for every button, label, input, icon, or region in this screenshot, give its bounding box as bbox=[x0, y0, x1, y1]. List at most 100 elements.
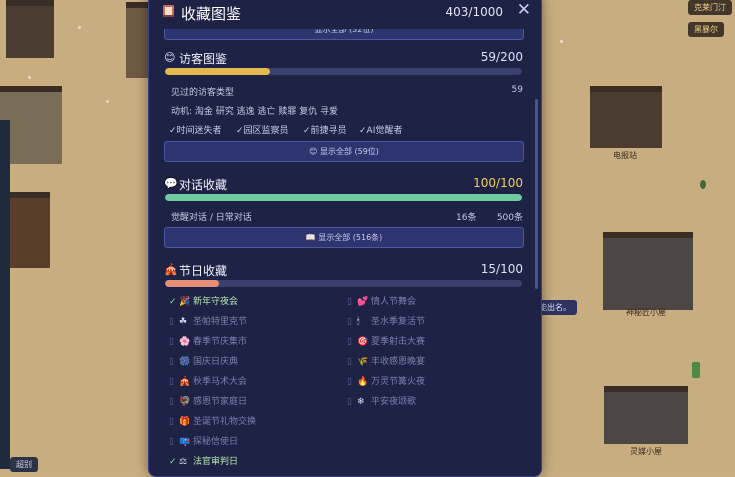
empty-check-icon: ▯ bbox=[347, 357, 352, 367]
craftsman-hut[interactable] bbox=[603, 232, 693, 310]
festival-icon: ❄ bbox=[357, 397, 365, 407]
left-sidebar-strip bbox=[0, 120, 10, 469]
festival-label: 圣帕特里克节 bbox=[193, 317, 248, 327]
empty-check-icon: ▯ bbox=[169, 317, 174, 327]
festival-item[interactable]: ✓ ⚖ 法官审判日 bbox=[169, 454, 238, 467]
festival-icon: 🕯 bbox=[357, 317, 360, 327]
visitor-badge: ✓AI觉醒者 bbox=[359, 126, 403, 136]
festival-item[interactable]: ▯ 💕 情人节舞会 bbox=[347, 294, 416, 307]
festival-label: 新年守夜会 bbox=[193, 297, 239, 307]
festival-icon: 💕 bbox=[357, 297, 369, 307]
empty-check-icon: ▯ bbox=[169, 397, 174, 407]
festival-icon: 🎪 bbox=[179, 377, 191, 387]
festival-item[interactable]: ▯ 🕯 圣水季复活节 bbox=[347, 314, 425, 327]
speech-bubble-icon: 💬 bbox=[164, 177, 178, 190]
festival-item[interactable]: ▯ 🎯 夏季射击大赛 bbox=[347, 334, 425, 347]
visitor-badge: ✓前捷寻员 bbox=[303, 126, 347, 136]
festival-item[interactable]: ✓ 🎉 新年守夜会 bbox=[169, 294, 238, 307]
festival-item[interactable]: ▯ 🌸 春季节庆集市 bbox=[169, 334, 247, 347]
show-all-dialogues-button[interactable]: 📖 显示全部 (516条) bbox=[164, 227, 524, 248]
festival-item[interactable]: ▯ 📪 探秘信使日 bbox=[169, 434, 238, 447]
festivals-title: 节日收藏 bbox=[179, 264, 228, 278]
scrollbar[interactable] bbox=[535, 99, 538, 289]
festival-item[interactable]: ▯ 🎆 国庆日庆典 bbox=[169, 354, 238, 367]
festival-label: 圣水季复活节 bbox=[371, 317, 426, 327]
empty-check-icon: ▯ bbox=[169, 377, 174, 387]
check-icon: ✓ bbox=[169, 297, 177, 307]
festival-icon: 🎆 bbox=[179, 357, 191, 367]
festival-icon: ☘ bbox=[179, 317, 188, 327]
check-icon: ✓ bbox=[169, 457, 177, 467]
visitor-badge: ✓时间迷失者 bbox=[169, 126, 222, 136]
npc-tag-2[interactable]: 黑暴尔 bbox=[688, 22, 724, 37]
dialogues-progress bbox=[165, 194, 522, 201]
festivals-count: 15/100 bbox=[480, 262, 523, 276]
festival-icon: 🎉 bbox=[179, 297, 191, 307]
festivals-progress-fill bbox=[165, 280, 219, 287]
festival-label: 圣诞节礼物交换 bbox=[193, 417, 257, 427]
festival-icon: ⚖ bbox=[179, 457, 188, 467]
show-all-visitors-button[interactable]: 😊 显示全部 (59位) bbox=[164, 141, 524, 162]
dialogues-title: 对话收藏 bbox=[179, 178, 228, 192]
visitors-progress bbox=[165, 68, 522, 75]
festival-label: 秋季马术大会 bbox=[193, 377, 248, 387]
close-button[interactable]: ✕ bbox=[517, 0, 531, 20]
festival-item[interactable]: ▯ 🔥 万灵节篝火夜 bbox=[347, 374, 425, 387]
dialogue-row-label: 觉醒对话 / 日常对话 bbox=[171, 213, 252, 223]
map-dot bbox=[700, 180, 706, 189]
building-top-left bbox=[6, 0, 54, 58]
festival-label: 感恩节家庭日 bbox=[193, 397, 248, 407]
festival-icon: 🌾 bbox=[357, 357, 369, 367]
npc-tag-1[interactable]: 克莱门汀 bbox=[688, 0, 732, 15]
awakening-dialogue-count: 16条 bbox=[456, 213, 477, 223]
empty-check-icon: ▯ bbox=[347, 337, 352, 347]
tent-icon: 🎪 bbox=[164, 263, 178, 276]
map-dot bbox=[106, 100, 109, 103]
daily-dialogue-count: 500条 bbox=[496, 213, 523, 223]
festival-icon: 🔥 bbox=[357, 377, 369, 387]
empty-check-icon: ▯ bbox=[169, 337, 174, 347]
modal-title: 收藏图鉴 bbox=[181, 5, 242, 23]
visitor-badge: ✓园区监察员 bbox=[236, 126, 289, 136]
festival-item[interactable]: ▯ ❄ 平安夜颂歌 bbox=[347, 394, 416, 407]
building-left-lower bbox=[8, 192, 50, 268]
book-icon bbox=[163, 5, 174, 17]
festival-item[interactable]: ▯ ☘ 圣帕特里克节 bbox=[169, 314, 247, 327]
map-dot bbox=[78, 26, 81, 29]
festival-icon: 🎯 bbox=[357, 337, 369, 347]
festival-item[interactable]: ▯ 🎁 圣诞节礼物交换 bbox=[169, 414, 256, 427]
building-label-medium: 灵媒小屋 bbox=[630, 447, 662, 456]
dialogues-progress-fill bbox=[165, 194, 522, 201]
festival-label: 情人节舞会 bbox=[371, 297, 417, 307]
festival-icon: 📪 bbox=[179, 437, 191, 447]
modal-content[interactable]: 显示全部 (32位) 😊 访客图鉴 59/200 见过的访客类型 59 动机: … bbox=[149, 29, 541, 476]
festival-item[interactable]: ▯ 🎪 秋季马术大会 bbox=[169, 374, 247, 387]
festival-icon: 🎁 bbox=[179, 417, 191, 427]
festival-label: 国庆日庆典 bbox=[193, 357, 239, 367]
festival-icon: 🦃 bbox=[179, 397, 191, 407]
building-top-mid bbox=[126, 2, 148, 78]
visitor-types-label: 见过的访客类型 bbox=[171, 88, 235, 98]
telegraph-building[interactable] bbox=[590, 86, 662, 148]
modal-header: 收藏图鉴 403/1000 ✕ bbox=[149, 0, 541, 27]
festival-label: 丰收感恩晚宴 bbox=[371, 357, 426, 367]
empty-check-icon: ▯ bbox=[169, 417, 174, 427]
medium-hut[interactable] bbox=[604, 386, 688, 444]
empty-check-icon: ▯ bbox=[169, 357, 174, 367]
left-bottom-tag[interactable]: 超别 bbox=[10, 457, 38, 472]
festival-item[interactable]: ▯ 🦃 感恩节家庭日 bbox=[169, 394, 247, 407]
empty-check-icon: ▯ bbox=[347, 297, 352, 307]
map-dot bbox=[560, 40, 563, 43]
smile-icon: 😊 bbox=[164, 51, 176, 64]
festival-icon: 🌸 bbox=[179, 337, 191, 347]
festival-item[interactable]: ▯ 🌾 丰收感恩晚宴 bbox=[347, 354, 425, 367]
dialogues-count: 100/100 bbox=[473, 176, 523, 190]
visitor-types-count: 59 bbox=[511, 85, 523, 95]
festival-label: 平安夜颂歌 bbox=[371, 397, 417, 407]
festival-label: 万灵节篝火夜 bbox=[371, 377, 426, 387]
building-label-craftsman: 神秘匠小屋 bbox=[626, 308, 666, 317]
visitor-motives: 动机: 淘金 研究 逃逸 逃亡 赎罪 复仇 寻爱 bbox=[171, 107, 339, 117]
visitors-title: 访客图鉴 bbox=[179, 52, 228, 66]
empty-check-icon: ▯ bbox=[169, 437, 174, 447]
show-all-button-top[interactable]: 显示全部 (32位) bbox=[164, 29, 524, 40]
